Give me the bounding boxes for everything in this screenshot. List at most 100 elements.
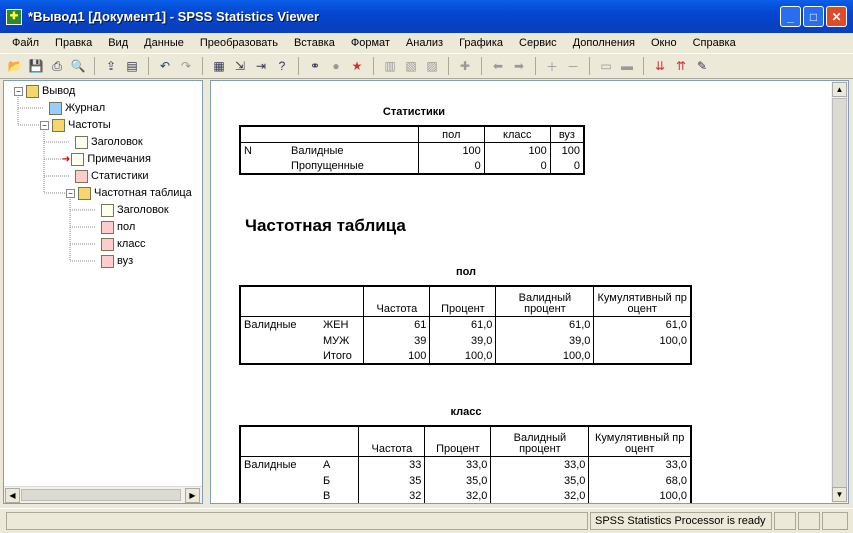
row-label: МУЖ bbox=[320, 332, 365, 348]
cell-value: 61,0 bbox=[665, 319, 687, 331]
tree-node-statistics[interactable]: Статистики bbox=[75, 168, 149, 184]
collapse-frequencies-icon[interactable]: − bbox=[40, 121, 49, 130]
open-icon[interactable]: 📂 bbox=[6, 57, 24, 75]
maximize-button[interactable]: □ bbox=[803, 6, 824, 27]
tree-node-journal[interactable]: Журнал bbox=[49, 100, 105, 116]
tree-node-vuz[interactable]: вуз bbox=[101, 253, 133, 269]
menu-addons[interactable]: Дополнения bbox=[565, 37, 643, 49]
insert-title-icon[interactable]: ▧ bbox=[402, 57, 420, 75]
row-header: Пропущенные bbox=[288, 158, 419, 174]
tree-node-pol[interactable]: пол bbox=[101, 219, 135, 235]
show-icon[interactable]: ▭ bbox=[597, 57, 615, 75]
table-icon bbox=[101, 237, 114, 251]
collapse-frequency-table-icon[interactable]: − bbox=[66, 189, 75, 198]
pol-caption: пол bbox=[455, 266, 477, 278]
promote-icon[interactable]: ⬅ bbox=[489, 57, 507, 75]
menu-transform[interactable]: Преобразовать bbox=[192, 37, 286, 49]
save-icon[interactable]: 💾 bbox=[27, 57, 45, 75]
row-label: В bbox=[320, 488, 360, 503]
menu-format[interactable]: Формат bbox=[343, 37, 398, 49]
close-button[interactable]: ✕ bbox=[826, 6, 847, 27]
print-icon[interactable]: ⎙ bbox=[48, 57, 66, 75]
add-icon[interactable]: ✚ bbox=[456, 57, 474, 75]
cell-value: 61 bbox=[363, 316, 431, 332]
status-cell bbox=[774, 512, 796, 530]
outline-pane: − Вывод Журнал − Частоты Заголовок ➜ Прим… bbox=[3, 80, 203, 504]
demote-icon[interactable]: ➡ bbox=[510, 57, 528, 75]
designate-window-icon[interactable]: ★ bbox=[348, 57, 366, 75]
menu-insert[interactable]: Вставка bbox=[286, 37, 343, 49]
menu-analyze[interactable]: Анализ bbox=[398, 37, 451, 49]
collapse-root-icon[interactable]: − bbox=[14, 87, 23, 96]
cell-value: 100 bbox=[418, 142, 485, 158]
redo-icon[interactable]: ↷ bbox=[177, 57, 195, 75]
menu-file[interactable]: Файл bbox=[4, 37, 47, 49]
scroll-left-button[interactable]: ◀ bbox=[5, 488, 20, 503]
insert-text-icon[interactable]: ▨ bbox=[423, 57, 441, 75]
col-header: Частота bbox=[358, 426, 426, 456]
recall-dialog-icon[interactable]: ▤ bbox=[123, 57, 141, 75]
toolbar-separator bbox=[94, 57, 95, 75]
cell-value: 100 bbox=[363, 348, 431, 364]
tree-node-notes[interactable]: ➜ Примечания bbox=[62, 151, 151, 167]
content-vertical-scrollbar[interactable]: ▲ ▼ bbox=[831, 81, 848, 503]
show-all-variables-icon[interactable]: ● bbox=[327, 57, 345, 75]
tree-node-klass[interactable]: класс bbox=[101, 236, 145, 252]
toolbar-separator bbox=[448, 57, 449, 75]
collapse-icon[interactable]: － bbox=[564, 57, 582, 75]
cell-value: 0 bbox=[484, 158, 551, 174]
menu-utilities[interactable]: Сервис bbox=[511, 37, 565, 49]
create-edit-autoscript-icon[interactable]: ✎ bbox=[693, 57, 711, 75]
scroll-up-button[interactable]: ▲ bbox=[832, 82, 847, 97]
status-bar: SPSS Statistics Processor is ready bbox=[0, 508, 853, 533]
use-sets-icon[interactable]: ⚭ bbox=[306, 57, 324, 75]
klass-caption: класс bbox=[450, 406, 482, 418]
export-icon[interactable]: ⇪ bbox=[102, 57, 120, 75]
goto-data-icon[interactable]: ▦ bbox=[210, 57, 228, 75]
cell-value: 39,0 bbox=[429, 332, 497, 348]
select-output-icon[interactable]: ⇈ bbox=[672, 57, 690, 75]
frequency-table-heading: Частотная таблица bbox=[245, 216, 406, 235]
tree-node-frequencies[interactable]: Частоты bbox=[52, 117, 111, 133]
menu-data[interactable]: Данные bbox=[136, 37, 192, 49]
statistics-table: пол класс вуз N Валидные 100 100 100 Про… bbox=[239, 125, 585, 175]
undo-icon[interactable]: ↶ bbox=[156, 57, 174, 75]
status-cell bbox=[822, 512, 848, 530]
col-header: Валидный процент bbox=[490, 426, 590, 456]
variables-icon[interactable]: ? bbox=[273, 57, 291, 75]
tree-node-label: Заголовок bbox=[91, 136, 143, 148]
print-preview-icon[interactable]: 🔍 bbox=[69, 57, 87, 75]
statistics-caption: Статистики bbox=[382, 106, 446, 118]
minimize-button[interactable]: _ bbox=[780, 6, 801, 27]
menu-edit[interactable]: Правка bbox=[47, 37, 100, 49]
journal-icon bbox=[49, 101, 62, 115]
menu-graphs[interactable]: Графика bbox=[451, 37, 511, 49]
scrollbar-thumb[interactable] bbox=[21, 489, 181, 501]
col-header: Кумулятивный процент bbox=[595, 431, 685, 455]
expand-icon[interactable]: ＋ bbox=[543, 57, 561, 75]
select-last-output-icon[interactable]: ⇊ bbox=[651, 57, 669, 75]
spss-app-icon[interactable]: ✚ bbox=[6, 8, 22, 25]
goto-variable-icon[interactable]: ⇥ bbox=[252, 57, 270, 75]
row-header: N bbox=[244, 145, 252, 157]
menu-window[interactable]: Окно bbox=[643, 37, 685, 49]
tree-node-frequency-table[interactable]: Частотная таблица bbox=[78, 185, 192, 201]
menu-help[interactable]: Справка bbox=[685, 37, 744, 49]
toolbar-separator bbox=[535, 57, 536, 75]
scroll-down-button[interactable]: ▼ bbox=[832, 487, 847, 502]
cell-value: 100,0 bbox=[495, 348, 595, 364]
title-doc-icon bbox=[75, 135, 88, 149]
insert-heading-icon[interactable]: ▥ bbox=[381, 57, 399, 75]
outline-horizontal-scrollbar[interactable]: ◀ ▶ bbox=[4, 486, 202, 503]
tree-node-ft-title[interactable]: Заголовок bbox=[101, 202, 169, 218]
tree-node-output[interactable]: Вывод bbox=[26, 83, 75, 99]
toolbar-separator bbox=[373, 57, 374, 75]
tree-node-label: Частоты bbox=[68, 119, 111, 131]
menu-view[interactable]: Вид bbox=[100, 37, 136, 49]
scrollbar-thumb[interactable] bbox=[832, 98, 847, 488]
scroll-right-button[interactable]: ▶ bbox=[185, 488, 200, 503]
hide-icon[interactable]: ▬ bbox=[618, 57, 636, 75]
goto-case-icon[interactable]: ⇲ bbox=[231, 57, 249, 75]
tree-node-title[interactable]: Заголовок bbox=[75, 134, 143, 150]
notes-doc-icon bbox=[71, 152, 85, 166]
